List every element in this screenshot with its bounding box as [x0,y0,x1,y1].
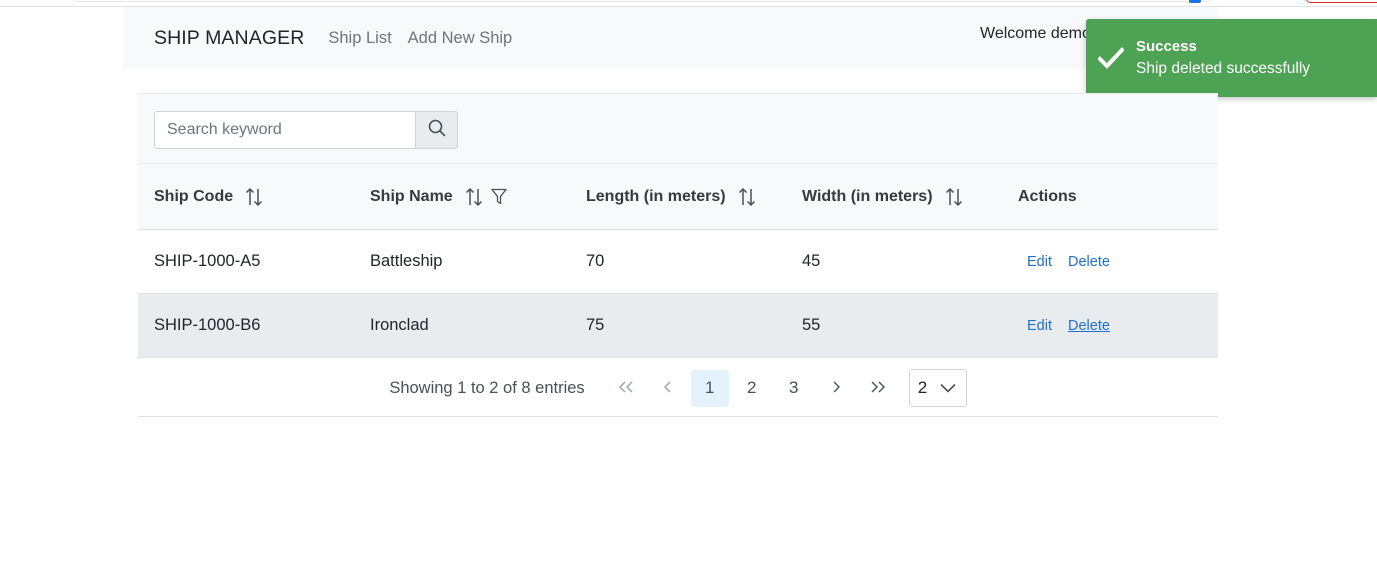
sort-icon[interactable] [245,187,263,207]
column-header-length[interactable]: Length (in meters) [570,187,786,207]
prev-page-icon [663,378,673,398]
sort-icon[interactable] [945,187,963,207]
check-icon [1086,47,1136,69]
cell-ship-name: Ironclad [370,316,429,334]
filter-icon[interactable] [491,188,507,206]
table-caption [138,93,1218,164]
address-bar-edge [72,0,1212,2]
cell-length: 70 [586,252,605,270]
table-row: SHIP-1000-A5 Battleship 70 45 Edit Delet… [138,230,1218,294]
rows-per-page-value: 2 [917,378,928,397]
first-page-button[interactable] [607,370,645,407]
column-label: Ship Code [154,187,234,205]
delete-button[interactable]: Delete [1068,254,1110,270]
page-button-2[interactable]: 2 [733,370,771,407]
page-button-3[interactable]: 3 [775,370,813,407]
browser-top-edge [0,0,1377,7]
column-header-ship-name[interactable]: Ship Name [354,187,570,207]
cell-width: 55 [802,316,821,334]
cell-ship-name: Battleship [370,252,443,270]
browser-extension-icon [1189,0,1201,3]
cell-length: 75 [586,316,605,334]
first-page-icon [618,378,634,398]
last-page-button[interactable] [859,370,897,407]
cell-ship-code: SHIP-1000-B6 [154,316,261,334]
search-button[interactable] [416,111,458,149]
edit-button[interactable]: Edit [1018,254,1052,270]
cell-actions: Edit Delete [1002,318,1218,334]
page-button-1[interactable]: 1 [690,369,729,407]
cell-actions: Edit Delete [1002,254,1218,270]
welcome-text: Welcome demo [980,25,1091,42]
success-toast[interactable]: Success Ship deleted successfully [1086,19,1377,97]
toast-message: Ship deleted successfully [1136,60,1311,77]
column-header-width[interactable]: Width (in meters) [786,187,1002,207]
column-label: Length (in meters) [586,187,726,205]
rows-per-page-dropdown[interactable]: 2 [908,369,967,407]
prev-page-button[interactable] [649,370,687,407]
column-label: Actions [1018,187,1077,205]
sort-icon[interactable] [738,187,756,207]
pagination-report: Showing 1 to 2 of 8 entries [389,378,585,397]
search-icon [428,119,446,142]
last-page-icon [870,378,886,398]
edit-button[interactable]: Edit [1018,318,1052,334]
brand[interactable]: SHIP MANAGER [154,27,304,50]
navbar: SHIP MANAGER Ship List Add New Ship Welc… [123,7,1218,69]
nav-link-add-new-ship[interactable]: Add New Ship [408,29,513,48]
nav-link-ship-list[interactable]: Ship List [328,29,391,48]
column-header-actions: Actions [1002,188,1218,206]
ship-table-card: Ship Code Ship Name Length (in meters) W… [138,93,1218,417]
next-page-button[interactable] [817,370,855,407]
browser-button-edge [1306,0,1377,3]
search-input[interactable] [154,111,416,149]
column-label: Width (in meters) [802,187,933,205]
column-header-ship-code[interactable]: Ship Code [138,187,354,207]
paginator: Showing 1 to 2 of 8 entries 1 2 3 2 [138,358,1218,418]
next-page-icon [831,378,841,398]
table-header-row: Ship Code Ship Name Length (in meters) W… [138,164,1218,230]
sort-icon[interactable] [465,187,483,207]
delete-button[interactable]: Delete [1068,318,1110,334]
chevron-down-icon [940,378,956,398]
table-row: SHIP-1000-B6 Ironclad 75 55 Edit Delete [138,294,1218,358]
toast-title: Success [1136,38,1197,55]
column-label: Ship Name [370,187,453,205]
cell-width: 45 [802,252,821,270]
cell-ship-code: SHIP-1000-A5 [154,252,261,270]
